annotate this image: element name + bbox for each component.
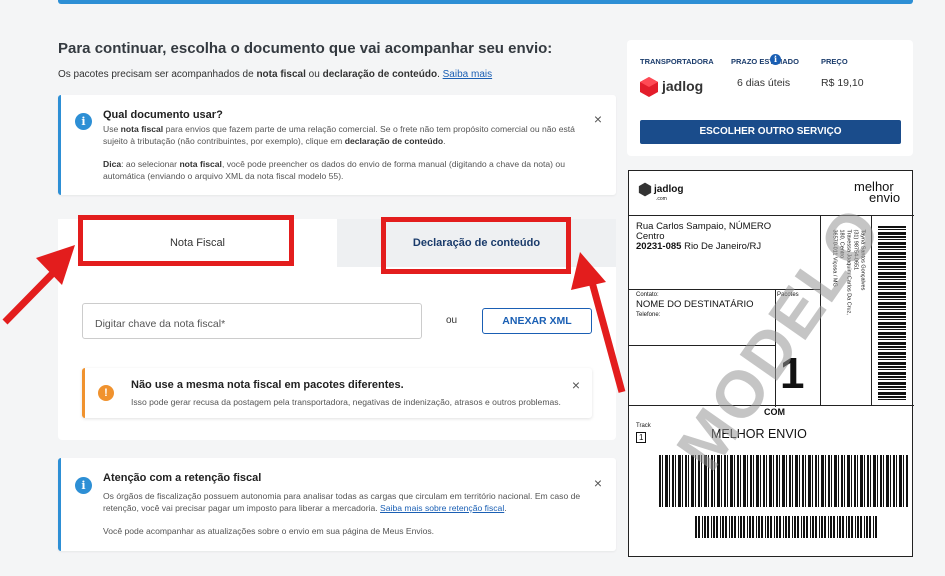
info-box-which-document: i Qual documento usar? Use nota fiscal p… (58, 95, 616, 195)
retention-link[interactable]: Saiba mais sobre retenção fiscal (380, 503, 504, 513)
info-box-title: Qual documento usar? (103, 109, 223, 121)
retention-title: Atenção com a retenção fiscal (103, 472, 262, 484)
close-icon[interactable]: × (572, 377, 580, 393)
close-icon[interactable]: × (594, 111, 602, 127)
label-brand-line2: envio (869, 190, 901, 205)
prazo-value: 6 dias úteis (737, 77, 791, 89)
retention-body: Os órgãos de fiscalização possuem autono… (103, 491, 581, 536)
highlight-box-declaracao (381, 217, 571, 274)
warning-title: Não use a mesma nota fiscal em pacotes d… (131, 379, 404, 391)
key-input-placeholder: Digitar chave da nota fiscal* (95, 318, 226, 330)
info-box-body: Use nota fiscal para envios que fazem pa… (103, 124, 575, 181)
warning-body: Isso pode gerar recusa da postagem pela … (131, 397, 561, 407)
label-phone-label: Telefone: (636, 312, 661, 318)
nota-fiscal-key-input[interactable]: Digitar chave da nota fiscal* (82, 303, 422, 339)
label-track-label: Track (636, 423, 651, 429)
jadlog-logo-icon (640, 77, 658, 97)
info-icon: i (75, 477, 92, 494)
page-title: Para continuar, escolha o documento que … (58, 40, 553, 57)
horizontal-barcode-2 (695, 516, 878, 538)
label-address-city: 20231-085 Rio De Janeiro/RJ (636, 241, 762, 252)
attach-xml-button[interactable]: ANEXAR XML (482, 308, 592, 334)
jadlog-logo-icon (638, 182, 652, 197)
warning-icon: ! (98, 385, 114, 401)
label-transportadora: TRANSPORTADORA (640, 57, 714, 66)
saiba-mais-link[interactable]: Saiba mais (443, 69, 492, 80)
page-subtitle: Os pacotes precisam ser acompanhados de … (58, 69, 493, 80)
label-contact-label: Contato: (636, 292, 659, 298)
close-icon[interactable]: × (594, 475, 602, 491)
label-carrier-logo: jadlog (654, 184, 684, 195)
preco-value: R$ 19,10 (821, 77, 864, 89)
label-preco: PREÇO (821, 57, 848, 66)
highlight-box-nota-fiscal (78, 215, 294, 266)
info-box-retention: i Atenção com a retenção fiscal Os órgão… (58, 458, 616, 551)
choose-other-service-button[interactable]: ESCOLHER OUTRO SERVIÇO (640, 120, 901, 144)
label-recipient: NOME DO DESTINATÁRIO (636, 299, 754, 310)
label-track-value: 1 (636, 432, 647, 443)
or-separator: ou (446, 315, 458, 326)
carrier-summary-card: TRANSPORTADORA PRAZO ESTIMADO i PREÇO ja… (627, 40, 913, 156)
info-icon[interactable]: i (770, 54, 781, 65)
top-accent-bar (58, 0, 913, 4)
label-prazo-estimado: PRAZO ESTIMADO (731, 57, 799, 66)
warning-box: ! Não use a mesma nota fiscal em pacotes… (82, 368, 592, 418)
label-carrier-sub: .com (656, 196, 667, 202)
carrier-name: jadlog (662, 78, 704, 94)
info-icon: i (75, 113, 92, 130)
